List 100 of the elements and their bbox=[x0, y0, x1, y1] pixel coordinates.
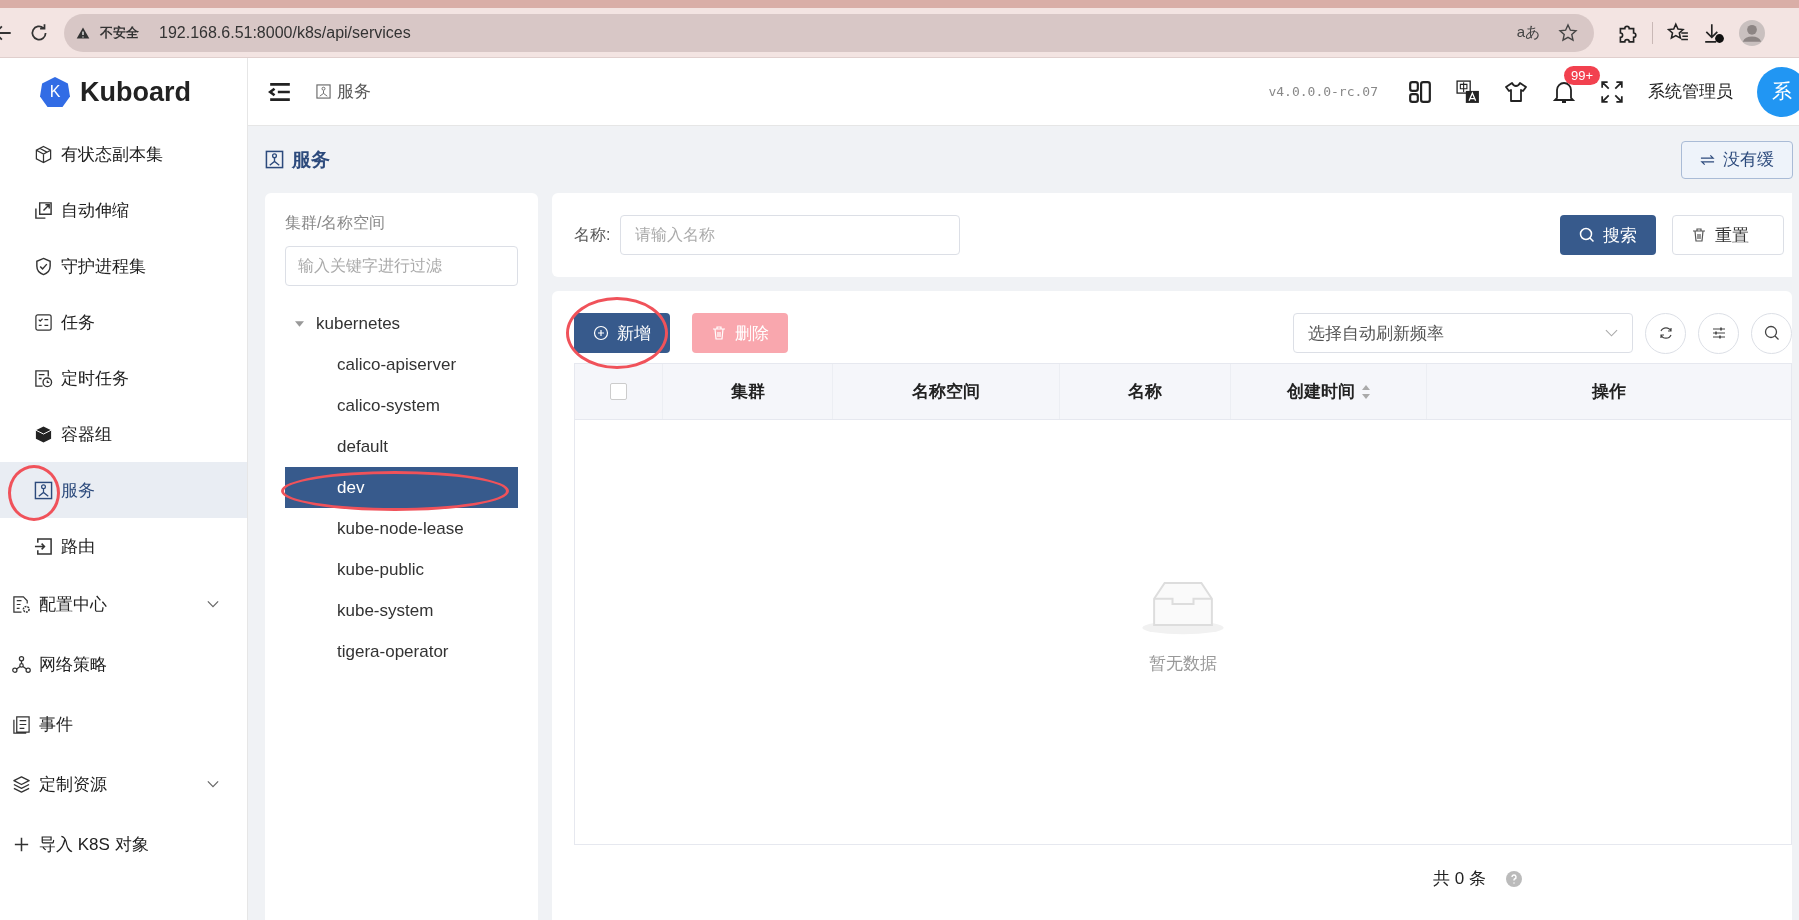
security-label: 不安全 bbox=[100, 23, 139, 42]
layers-icon bbox=[12, 774, 31, 794]
profile-avatar-icon[interactable] bbox=[1739, 19, 1765, 46]
tree-node-label: kubernetes bbox=[316, 314, 401, 334]
total-count: 共 0 条 bbox=[1433, 868, 1486, 890]
column-header: 操作 bbox=[1592, 381, 1626, 403]
notification-badge: 99+ bbox=[1564, 65, 1601, 85]
sidebar-item[interactable]: 路由 bbox=[0, 518, 247, 574]
search-icon bbox=[1579, 227, 1595, 243]
sidebar-item[interactable]: 配置中心 bbox=[0, 574, 247, 634]
namespace-item[interactable]: calico-apiserver bbox=[285, 344, 518, 385]
tshirt-icon[interactable] bbox=[1504, 79, 1528, 104]
sidebar-item[interactable]: 定时任务 bbox=[0, 350, 247, 406]
sidebar-item[interactable]: 容器组 bbox=[0, 406, 247, 462]
sidebar-item-label: 事件 bbox=[39, 713, 73, 736]
namespace-item[interactable]: default bbox=[285, 426, 518, 467]
panel-title: 集群/名称空间 bbox=[285, 213, 387, 233]
document-gear-icon bbox=[12, 594, 31, 614]
plus-circle-icon bbox=[593, 325, 609, 341]
sidebar-item-label: 定制资源 bbox=[39, 773, 107, 796]
name-label: 名称: bbox=[574, 224, 611, 245]
chevron-down-icon bbox=[1605, 329, 1618, 337]
sidebar-item[interactable]: 任务 bbox=[0, 294, 247, 350]
enter-arrow-icon bbox=[34, 536, 53, 556]
tree-node[interactable]: kubernetes bbox=[285, 304, 518, 344]
sidebar-item[interactable]: 守护进程集 bbox=[0, 238, 247, 294]
sliders-icon bbox=[1710, 325, 1727, 341]
select-placeholder: 选择自动刷新频率 bbox=[1308, 322, 1444, 345]
shield-check-icon bbox=[34, 256, 53, 276]
search-icon bbox=[1763, 325, 1780, 341]
fullscreen-icon[interactable] bbox=[1600, 79, 1624, 104]
refresh-button[interactable] bbox=[1645, 312, 1686, 354]
column-header[interactable]: 创建时间 bbox=[1286, 380, 1371, 403]
column-settings-button[interactable] bbox=[1698, 312, 1739, 354]
add-button[interactable]: 新增 bbox=[574, 313, 670, 353]
sidebar-item-label: 导入 K8S 对象 bbox=[39, 833, 149, 856]
chevron-down-icon bbox=[207, 780, 219, 788]
service-icon bbox=[316, 84, 331, 99]
service-icon bbox=[34, 480, 53, 500]
breadcrumb[interactable]: 服务 bbox=[337, 80, 371, 103]
sidebar-item-label: 有状态副本集 bbox=[61, 143, 163, 166]
version-label: v4.0.0.0-rc.07 bbox=[1268, 84, 1378, 99]
namespace-item[interactable]: tigera-operator bbox=[285, 631, 518, 672]
address-bar[interactable]: 不安全 192.168.6.51:8000/k8s/api/services aあ bbox=[64, 13, 1594, 52]
trash-icon bbox=[1691, 227, 1707, 243]
service-icon bbox=[265, 150, 284, 169]
empty-tray-icon bbox=[1141, 579, 1225, 636]
column-header: 名称空间 bbox=[912, 381, 980, 403]
refresh-rate-select[interactable]: 选择自动刷新频率 bbox=[1293, 313, 1633, 353]
warning-icon bbox=[76, 25, 90, 40]
page-title: 服务 bbox=[292, 147, 330, 172]
cache-button[interactable]: 没有缓 bbox=[1681, 140, 1793, 179]
empty-text: 暂无数据 bbox=[1149, 652, 1217, 675]
sidebar-item-label: 路由 bbox=[61, 535, 95, 558]
trash-icon bbox=[711, 325, 727, 341]
read-aloud-icon[interactable]: aあ bbox=[1516, 23, 1540, 42]
sidebar-item[interactable]: 网络策略 bbox=[0, 634, 247, 694]
translate-icon[interactable] bbox=[1456, 79, 1480, 104]
url-text: 192.168.6.51:8000/k8s/api/services bbox=[159, 23, 411, 42]
download-icon[interactable] bbox=[1703, 21, 1725, 44]
checklist-icon bbox=[34, 312, 53, 332]
namespace-item[interactable]: kube-node-lease bbox=[285, 508, 518, 549]
sidebar-item[interactable]: 有状态副本集 bbox=[0, 126, 247, 182]
logo-text: Kuboard bbox=[80, 76, 191, 108]
cube-icon bbox=[34, 144, 53, 164]
sidebar-item-label: 服务 bbox=[61, 479, 95, 502]
sidebar-item[interactable]: 导入 K8S 对象 bbox=[0, 814, 247, 874]
namespace-item[interactable]: dev bbox=[285, 467, 518, 508]
search-button[interactable]: 搜索 bbox=[1560, 215, 1656, 255]
filter-input[interactable]: 输入关键字进行过滤 bbox=[285, 246, 518, 286]
namespace-item[interactable]: kube-system bbox=[285, 590, 518, 631]
user-name[interactable]: 系统管理员 bbox=[1648, 80, 1733, 103]
name-input[interactable]: 请输入名称 bbox=[620, 215, 961, 255]
sidebar-item-label: 网络策略 bbox=[39, 653, 107, 676]
sidebar-item[interactable]: 自动伸缩 bbox=[0, 182, 247, 238]
sidebar-item[interactable]: 事件 bbox=[0, 694, 247, 754]
bell-icon[interactable] bbox=[1552, 79, 1576, 104]
network-nodes-icon bbox=[12, 654, 31, 674]
sidebar-item-label: 配置中心 bbox=[39, 593, 107, 616]
refresh-icon bbox=[1657, 325, 1674, 341]
sidebar-item-label: 定时任务 bbox=[61, 367, 129, 390]
column-header: 名称 bbox=[1128, 381, 1162, 403]
layout-icon[interactable] bbox=[1408, 79, 1432, 104]
sidebar-item-label: 守护进程集 bbox=[61, 255, 146, 278]
star-icon[interactable] bbox=[1558, 22, 1578, 43]
sidebar-item[interactable]: 服务 bbox=[0, 462, 247, 518]
sort-icon bbox=[1360, 383, 1371, 400]
select-all-checkbox[interactable] bbox=[610, 383, 627, 400]
solid-cube-icon bbox=[34, 424, 53, 444]
reset-button[interactable]: 重置 bbox=[1672, 215, 1784, 255]
sidebar-item-label: 任务 bbox=[61, 311, 95, 334]
search-toggle-button[interactable] bbox=[1751, 312, 1792, 354]
namespace-item[interactable]: kube-public bbox=[285, 549, 518, 590]
document-icon bbox=[12, 714, 31, 734]
column-header: 集群 bbox=[730, 381, 765, 403]
sidebar-item-label: 自动伸缩 bbox=[61, 199, 129, 222]
sidebar-item[interactable]: 定制资源 bbox=[0, 754, 247, 814]
caret-icon bbox=[295, 321, 304, 327]
namespace-item[interactable]: calico-system bbox=[285, 385, 518, 426]
clock-document-icon bbox=[34, 368, 53, 388]
